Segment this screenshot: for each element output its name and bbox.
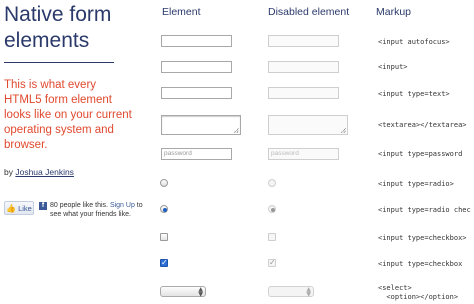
checkbox-checked[interactable]	[160, 258, 168, 267]
text-input-disabled	[268, 61, 339, 73]
select-dropdown-disabled: ▲ ▼	[268, 286, 314, 298]
markup-label: <input autofocus>	[378, 38, 450, 46]
text-input-autofocus[interactable]	[161, 35, 232, 47]
title-divider	[4, 62, 114, 63]
text-input-typed[interactable]	[161, 87, 232, 99]
facebook-signup-link[interactable]: Sign Up	[110, 202, 135, 209]
column-header-markup: Markup	[376, 6, 412, 18]
radio-button-checked[interactable]	[160, 205, 168, 213]
checkbox[interactable]	[160, 233, 168, 241]
resize-grip-icon	[341, 128, 346, 133]
text-input[interactable]	[161, 61, 232, 73]
thumbs-up-icon: 👍	[6, 203, 17, 213]
markup-label: <input type=radio>	[378, 180, 454, 188]
markup-label: <select> <option></option>	[378, 284, 459, 301]
byline-prefix: by	[4, 167, 16, 177]
markup-label: <textarea></textarea>	[378, 121, 467, 129]
markup-label: <input type=checkbox>	[378, 234, 467, 242]
text-input-autofocus-disabled	[268, 35, 339, 47]
select-dropdown[interactable]: ▲ ▼	[160, 286, 206, 298]
radio-button[interactable]	[160, 179, 168, 187]
like-label: Like	[18, 203, 32, 213]
facebook-like-button[interactable]: 👍 Like	[4, 201, 34, 215]
password-input[interactable]: password	[161, 148, 232, 160]
byline: by Joshua Jenkins	[4, 167, 74, 177]
radio-button-disabled	[268, 179, 276, 187]
markup-label: <input>	[378, 63, 408, 71]
facebook-like-text: 80 people like this. Sign Up to see what…	[50, 201, 145, 219]
column-header-disabled: Disabled element	[268, 6, 350, 18]
chevron-updown-icon: ▲ ▼	[306, 286, 311, 298]
checkbox-disabled	[268, 233, 276, 241]
facebook-icon: f	[39, 202, 47, 210]
intro-text: This is what every HTML5 form element lo…	[4, 79, 132, 151]
textarea[interactable]	[161, 115, 241, 135]
like-count: 80 people like this.	[50, 202, 108, 209]
markup-label: <input type=password	[378, 150, 463, 158]
page-title: Native form elements	[4, 3, 112, 52]
resize-grip-icon[interactable]	[234, 128, 239, 133]
password-input-disabled: password	[268, 148, 339, 160]
chevron-updown-icon: ▲ ▼	[198, 286, 203, 298]
author-link[interactable]: Joshua Jenkins	[15, 167, 74, 177]
markup-label: <input type=text>	[378, 90, 450, 98]
checkbox-checked-disabled	[268, 258, 276, 267]
column-header-element: Element	[162, 6, 201, 18]
text-input-typed-disabled	[268, 87, 339, 99]
radio-button-checked-disabled	[268, 205, 276, 213]
markup-label: <input type=checkbox	[378, 260, 463, 268]
textarea-disabled	[268, 115, 348, 135]
markup-label: <input type=radio chec	[378, 206, 471, 214]
